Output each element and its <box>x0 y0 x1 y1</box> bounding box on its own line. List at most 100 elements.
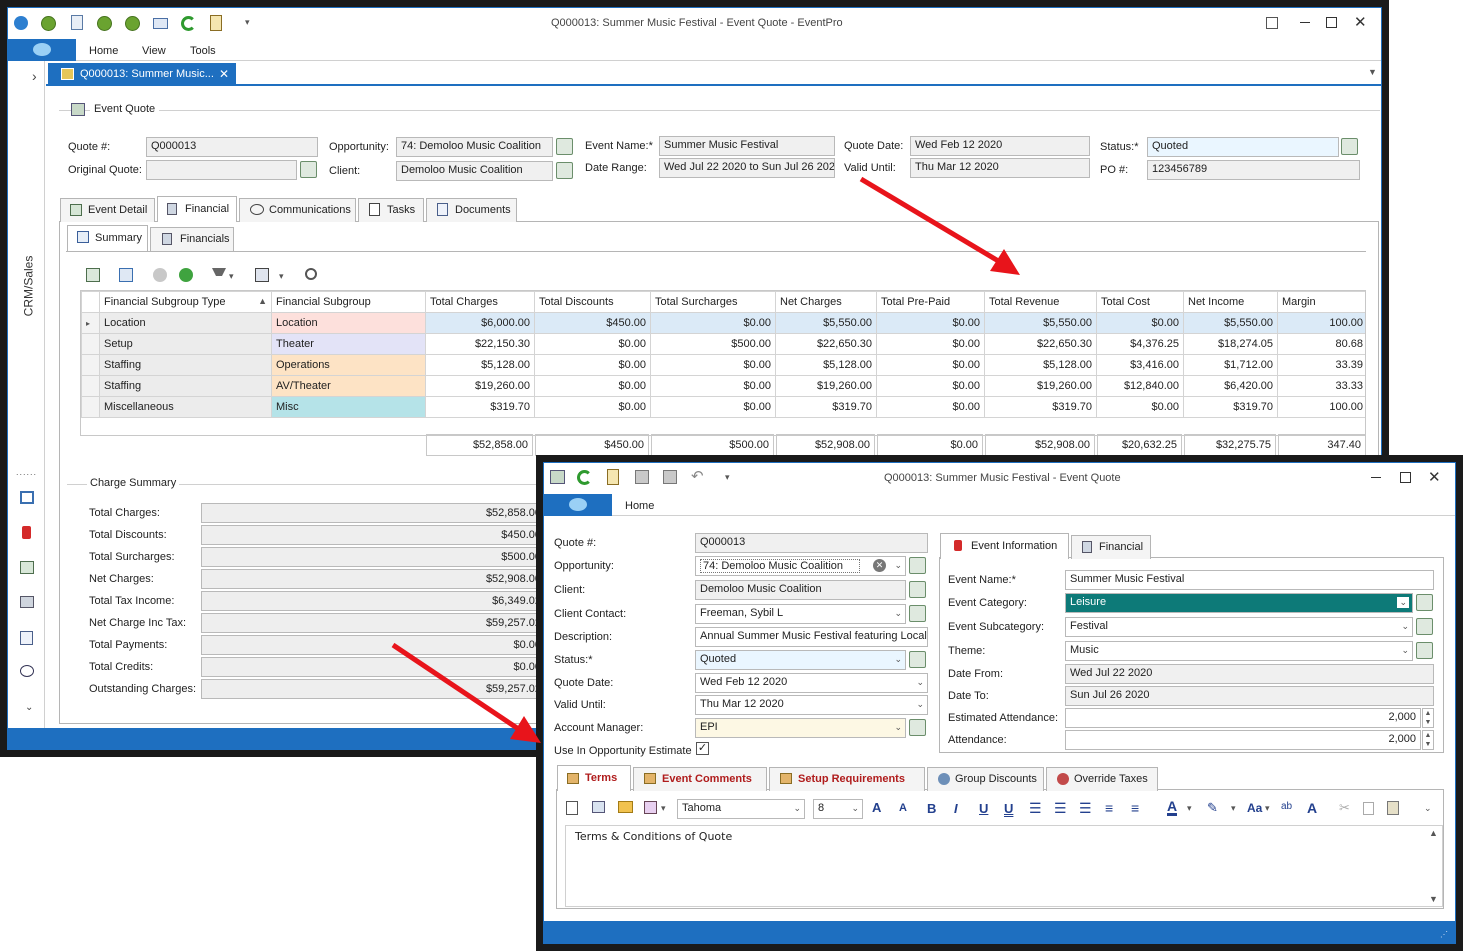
move-down-icon[interactable] <box>179 268 193 282</box>
table-cell[interactable]: $22,650.30 <box>775 333 877 355</box>
col-margin[interactable]: Margin <box>1277 291 1365 313</box>
move-up-icon[interactable] <box>153 268 167 282</box>
q-valid-until-dropdown-icon[interactable]: ⌄ <box>916 699 924 710</box>
q-tab-financial[interactable]: Financial <box>1071 535 1151 559</box>
row-indicator[interactable] <box>81 354 100 376</box>
maximize-icon[interactable] <box>1326 17 1337 28</box>
q-category-lookup-icon[interactable] <box>1416 594 1433 611</box>
q-manager-dropdown-icon[interactable]: ⌄ <box>894 722 902 733</box>
table-cell[interactable]: $0.00 <box>650 312 776 334</box>
numbering-icon[interactable]: ☰ <box>1054 800 1067 817</box>
table-cell[interactable]: $0.00 <box>1096 312 1184 334</box>
q-client-field[interactable]: Demoloo Music Coalition <box>695 580 906 600</box>
table-cell[interactable]: $0.00 <box>534 375 651 397</box>
q-tab-event-comments[interactable]: Event Comments <box>633 767 767 791</box>
reload-icon[interactable] <box>181 16 196 31</box>
q-manager-field[interactable]: EPI ⌄ <box>695 718 906 738</box>
q-status-dropdown-icon[interactable]: ⌄ <box>894 654 902 665</box>
table-cell[interactable]: $5,550.00 <box>775 312 877 334</box>
copy-rows-icon[interactable] <box>119 268 133 282</box>
q-theme-field[interactable]: Music ⌄ <box>1065 641 1413 661</box>
q-category-dropdown-icon[interactable]: ⌄ <box>1397 597 1409 608</box>
col-net-income[interactable]: Net Income <box>1183 291 1278 313</box>
table-cell[interactable]: $0.00 <box>650 354 776 376</box>
row-indicator-icon[interactable]: ▸ <box>81 312 100 334</box>
opportunity-field[interactable]: 74: Demoloo Music Coalition <box>396 137 553 157</box>
q-subcategory-lookup-icon[interactable] <box>1416 618 1433 635</box>
change-case-dropdown-icon[interactable]: ▾ <box>1265 803 1270 814</box>
table-cell[interactable]: $1,712.00 <box>1183 354 1278 376</box>
editor-scroll-up-icon[interactable]: ▲ <box>1429 828 1438 838</box>
table-cell[interactable]: 100.00 <box>1277 396 1365 418</box>
table-cell[interactable]: $19,260.00 <box>425 375 535 397</box>
table-cell[interactable]: $22,650.30 <box>984 333 1097 355</box>
table-cell[interactable]: $5,128.00 <box>775 354 877 376</box>
table-cell[interactable]: $6,420.00 <box>1183 375 1278 397</box>
table-cell[interactable]: $0.00 <box>534 333 651 355</box>
q-subcategory-dropdown-icon[interactable]: ⌄ <box>1401 621 1409 632</box>
shrink-font-icon[interactable]: A <box>899 802 907 814</box>
calendar-icon[interactable] <box>20 561 34 574</box>
table-row[interactable]: Miscellaneous Misc $319.70 $0.00 $0.00 $319.7… <box>81 396 1365 418</box>
table-cell[interactable]: $0.00 <box>876 333 985 355</box>
q-att-field[interactable]: 2,000 <box>1065 730 1421 750</box>
charge-summary-value[interactable]: $450.00 <box>201 525 546 545</box>
table-cell[interactable]: $0.00 <box>650 396 776 418</box>
q-tab-override-taxes[interactable]: Override Taxes <box>1046 767 1158 791</box>
table-cell[interactable]: Location <box>271 312 426 334</box>
app-menu-button[interactable] <box>8 39 76 61</box>
q-date-from-field[interactable]: Wed Jul 22 2020 <box>1065 664 1434 684</box>
subtab-financials[interactable]: Financials <box>150 227 234 251</box>
table-cell[interactable]: $12,840.00 <box>1096 375 1184 397</box>
printer-icon[interactable] <box>20 596 34 608</box>
back-icon[interactable] <box>41 16 56 31</box>
charge-summary-value[interactable]: $59,257.02 <box>201 613 546 633</box>
q-status-lookup-icon[interactable] <box>909 651 926 668</box>
table-row[interactable]: Setup Theater $22,150.30 $0.00 $500.00 $22,65… <box>81 333 1365 355</box>
filter-dropdown-icon[interactable]: ▾ <box>229 271 234 282</box>
col-total-revenue[interactable]: Total Revenue <box>984 291 1097 313</box>
q-opportunity-field[interactable]: 74: Demoloo Music Coalition ✕ ⌄ <box>695 556 906 576</box>
change-case-icon[interactable]: Aa <box>1247 801 1262 815</box>
table-cell[interactable]: 33.33 <box>1277 375 1365 397</box>
date-range-field[interactable]: Wed Jul 22 2020 to Sun Jul 26 2020 <box>659 158 835 178</box>
q-description-field[interactable]: Annual Summer Music Festival featuring L… <box>695 627 928 647</box>
close-icon[interactable]: ✕ <box>1354 13 1367 31</box>
client-field[interactable]: Demoloo Music Coalition <box>396 161 553 181</box>
crm-sales-label[interactable]: CRM/Sales <box>21 256 35 317</box>
q-date-to-field[interactable]: Sun Jul 26 2020 <box>1065 686 1434 706</box>
refresh-green-icon[interactable] <box>97 16 112 31</box>
chat-icon[interactable] <box>20 665 34 677</box>
tab-event-detail[interactable]: Event Detail <box>60 198 155 222</box>
editor-size-select[interactable]: 8 ⌄ <box>813 799 863 819</box>
table-cell[interactable]: $0.00 <box>650 375 776 397</box>
table-cell[interactable]: Location <box>99 312 272 334</box>
q-status-field[interactable]: Quoted ⌄ <box>695 650 906 670</box>
table-row[interactable]: ▸ Location Location $6,000.00 $450.00 $0.00 $5… <box>81 312 1365 334</box>
quote-undo-icon[interactable]: ↶ <box>691 467 704 485</box>
table-cell[interactable]: $0.00 <box>876 354 985 376</box>
table-cell[interactable]: $22,150.30 <box>425 333 535 355</box>
tab-communications[interactable]: Communications <box>239 198 356 222</box>
double-underline-icon[interactable]: U <box>1004 801 1013 816</box>
q-att-spinner-icon[interactable]: ▲ ▼ <box>1422 730 1434 750</box>
table-cell[interactable]: 100.00 <box>1277 312 1365 334</box>
col-total-discounts[interactable]: Total Discounts <box>534 291 651 313</box>
editor-scroll-down-icon[interactable]: ▼ <box>1429 894 1438 904</box>
pin-icon[interactable] <box>22 526 31 539</box>
table-row[interactable]: Staffing AV/Theater $19,260.00 $0.00 $0.00 $1… <box>81 375 1365 397</box>
report-icon[interactable] <box>20 631 33 645</box>
q-contact-dropdown-icon[interactable]: ⌄ <box>894 608 902 619</box>
quote-no-field[interactable]: Q000013 <box>146 137 318 157</box>
table-cell[interactable]: Staffing <box>99 375 272 397</box>
tab-financial[interactable]: Financial <box>157 196 237 222</box>
paste-icon[interactable] <box>1387 801 1399 815</box>
bullets-icon[interactable]: ☰ <box>1029 800 1042 817</box>
multilevel-list-icon[interactable]: ☰ <box>1079 800 1092 817</box>
quote-save-close-icon[interactable] <box>663 470 677 484</box>
col-subgroup[interactable]: Financial Subgroup <box>271 291 426 313</box>
client-lookup-icon[interactable] <box>556 162 573 179</box>
table-cell[interactable]: $0.00 <box>1096 396 1184 418</box>
event-name-field[interactable]: Summer Music Festival <box>659 136 835 156</box>
q-contact-lookup-icon[interactable] <box>909 605 926 622</box>
